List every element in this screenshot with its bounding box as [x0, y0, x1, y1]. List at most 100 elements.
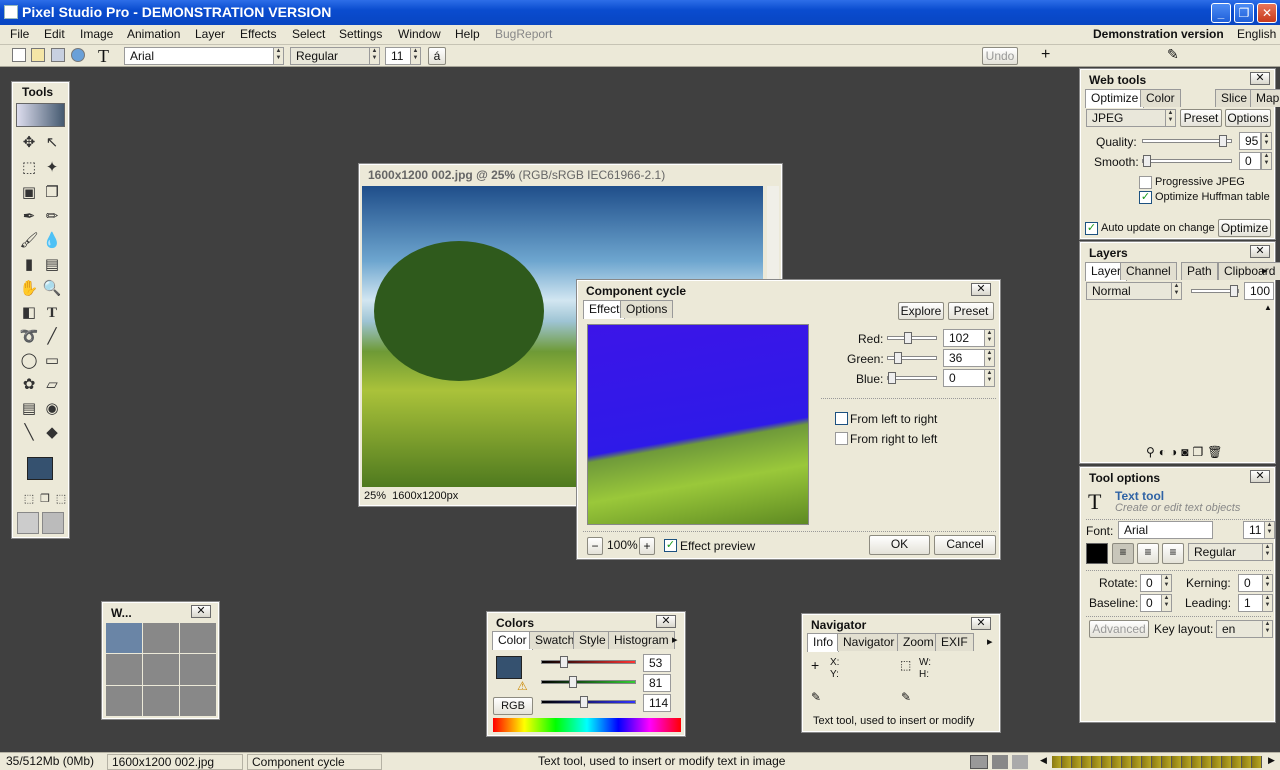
menu-window[interactable]: Window — [398, 27, 441, 41]
ok-button[interactable]: OK — [869, 535, 930, 555]
key-layout-arrow-icon[interactable]: ▲ ▼ — [1262, 620, 1273, 638]
rectangle-icon[interactable]: ▭ — [42, 351, 62, 371]
tab-options[interactable]: Options — [620, 300, 674, 318]
from-left-checkbox[interactable] — [835, 412, 848, 425]
align-center-icon[interactable]: ≡ — [1137, 543, 1159, 564]
hand-mode-icon[interactable] — [42, 512, 64, 534]
flower-icon[interactable]: ✿ — [19, 375, 39, 395]
blue-slider[interactable] — [541, 696, 636, 708]
pencil-icon[interactable]: ✏ — [42, 207, 62, 227]
blue-slider-thumb[interactable] — [580, 696, 588, 708]
language-menu[interactable]: English — [1237, 27, 1276, 41]
tab-style[interactable]: Style — [573, 631, 612, 649]
blend-mode-arrow-icon[interactable]: ▲ ▼ — [1171, 282, 1182, 300]
options-button[interactable]: Options — [1225, 109, 1271, 127]
stamp-icon[interactable]: ▣ — [19, 183, 39, 203]
style-select[interactable]: Regular — [290, 47, 370, 65]
rotate-spinner-icon[interactable]: ▲ ▼ — [1161, 574, 1172, 592]
zoom-out-button[interactable]: − — [587, 537, 603, 555]
layers-menu-icon[interactable]: ▸ — [1262, 264, 1268, 277]
style-select[interactable]: Regular — [1188, 543, 1263, 561]
copy-icon[interactable]: ❐ — [42, 183, 62, 203]
window-thumb[interactable] — [106, 623, 142, 654]
red-slider-thumb[interactable] — [904, 332, 912, 344]
ellipse-icon[interactable]: ◯ — [19, 351, 39, 371]
screen-icon[interactable] — [970, 755, 988, 769]
layout-icon[interactable] — [992, 755, 1008, 769]
colors-close-icon[interactable]: ✕ — [656, 615, 676, 628]
align-left-icon[interactable]: ≡ — [1112, 543, 1134, 564]
size-spinner-icon[interactable]: ▲ ▼ — [410, 47, 421, 65]
color-mode-button[interactable]: RGB — [493, 697, 533, 715]
foreground-color-swatch[interactable] — [496, 656, 522, 679]
red-field[interactable]: 53 — [643, 654, 671, 672]
progressive-checkbox[interactable] — [1139, 176, 1152, 189]
color-spectrum[interactable] — [493, 718, 681, 732]
red-slider[interactable] — [541, 656, 636, 668]
tab-zoom[interactable]: Zoom — [897, 633, 940, 651]
window-thumb[interactable] — [180, 654, 216, 685]
color-palette-strip[interactable] — [1052, 756, 1262, 768]
quality-slider[interactable] — [1142, 135, 1232, 147]
cancel-button[interactable]: Cancel — [934, 535, 996, 555]
warp-icon[interactable]: ▱ — [42, 375, 62, 395]
blue-field[interactable]: 114 — [643, 694, 671, 712]
navigator-menu-icon[interactable]: ▸ — [987, 635, 993, 648]
baseline-spinner-icon[interactable]: ▲ ▼ — [1161, 594, 1172, 612]
menu-bugreport[interactable]: BugReport — [495, 27, 552, 41]
drop-icon[interactable]: 💧 — [42, 231, 62, 251]
line-icon[interactable]: ╱ — [42, 327, 62, 347]
explore-button[interactable]: Explore — [898, 302, 944, 320]
menu-animation[interactable]: Animation — [127, 27, 180, 41]
tab-map[interactable]: Map — [1250, 89, 1280, 107]
smooth-slider[interactable] — [1142, 155, 1232, 167]
red-slider-thumb[interactable] — [559, 656, 568, 668]
quality-spinner-icon[interactable]: ▲ ▼ — [1261, 132, 1272, 150]
web-tools-close-icon[interactable]: ✕ — [1250, 72, 1270, 85]
font-field[interactable]: Arial — [1118, 521, 1213, 539]
size-field[interactable]: 11 — [1243, 521, 1265, 539]
zoom-icon[interactable]: 🔍 — [42, 279, 62, 299]
preset-button[interactable]: Preset — [1180, 109, 1222, 127]
window-thumb[interactable] — [143, 654, 179, 685]
format-select-arrow-icon[interactable]: ▲ ▼ — [1165, 109, 1176, 127]
tab-optimize[interactable]: Optimize — [1085, 89, 1145, 108]
window-thumb[interactable] — [106, 685, 142, 716]
menu-settings[interactable]: Settings — [339, 27, 382, 41]
tool-options-close-icon[interactable]: ✕ — [1250, 470, 1270, 483]
tab-histogram[interactable]: Histogram — [608, 631, 675, 649]
menu-file[interactable]: File — [10, 27, 29, 41]
font-select[interactable]: Arial — [124, 47, 274, 65]
green-slider-thumb[interactable] — [893, 352, 902, 364]
key-layout-select[interactable]: en — [1216, 620, 1263, 638]
advanced-button[interactable]: Advanced — [1089, 620, 1149, 638]
tab-exif[interactable]: EXIF — [935, 633, 974, 651]
font-select-arrow-icon[interactable]: ▲ ▼ — [273, 47, 284, 65]
special-char-button[interactable]: á — [428, 47, 446, 65]
layout-icon[interactable] — [1012, 755, 1028, 769]
green-slider-thumb[interactable] — [569, 676, 577, 688]
globe-icon[interactable]: ◉ — [42, 399, 62, 419]
tab-clipboard[interactable]: Clipboard — [1218, 262, 1280, 280]
green-slider[interactable] — [541, 676, 636, 688]
zoom-in-button[interactable]: + — [639, 537, 655, 555]
green-field[interactable]: 81 — [643, 674, 671, 692]
magic-wand-icon[interactable]: ✦ — [42, 158, 62, 178]
opacity-field[interactable]: 100 — [1244, 282, 1274, 300]
red-field[interactable]: 102 — [943, 329, 985, 347]
leading-spinner-icon[interactable]: ▲ ▼ — [1262, 594, 1273, 612]
web-icon[interactable] — [71, 48, 85, 62]
tab-channel[interactable]: Channel — [1120, 262, 1177, 280]
text-color-swatch[interactable] — [1086, 543, 1108, 564]
preset-button[interactable]: Preset — [948, 302, 994, 320]
leading-field[interactable]: 1 — [1238, 594, 1263, 612]
opacity-slider[interactable] — [1191, 285, 1239, 297]
size-spinner-icon[interactable]: ▲ ▼ — [1264, 521, 1275, 539]
screen-mode-icon[interactable] — [17, 512, 39, 534]
red-spinner-icon[interactable]: ▲ ▼ — [984, 329, 995, 347]
rotate-field[interactable]: 0 — [1140, 574, 1162, 592]
kerning-spinner-icon[interactable]: ▲ ▼ — [1262, 574, 1273, 592]
baseline-field[interactable]: 0 — [1140, 594, 1162, 612]
smooth-field[interactable]: 0 — [1239, 152, 1261, 170]
green-field[interactable]: 36 — [943, 349, 985, 367]
